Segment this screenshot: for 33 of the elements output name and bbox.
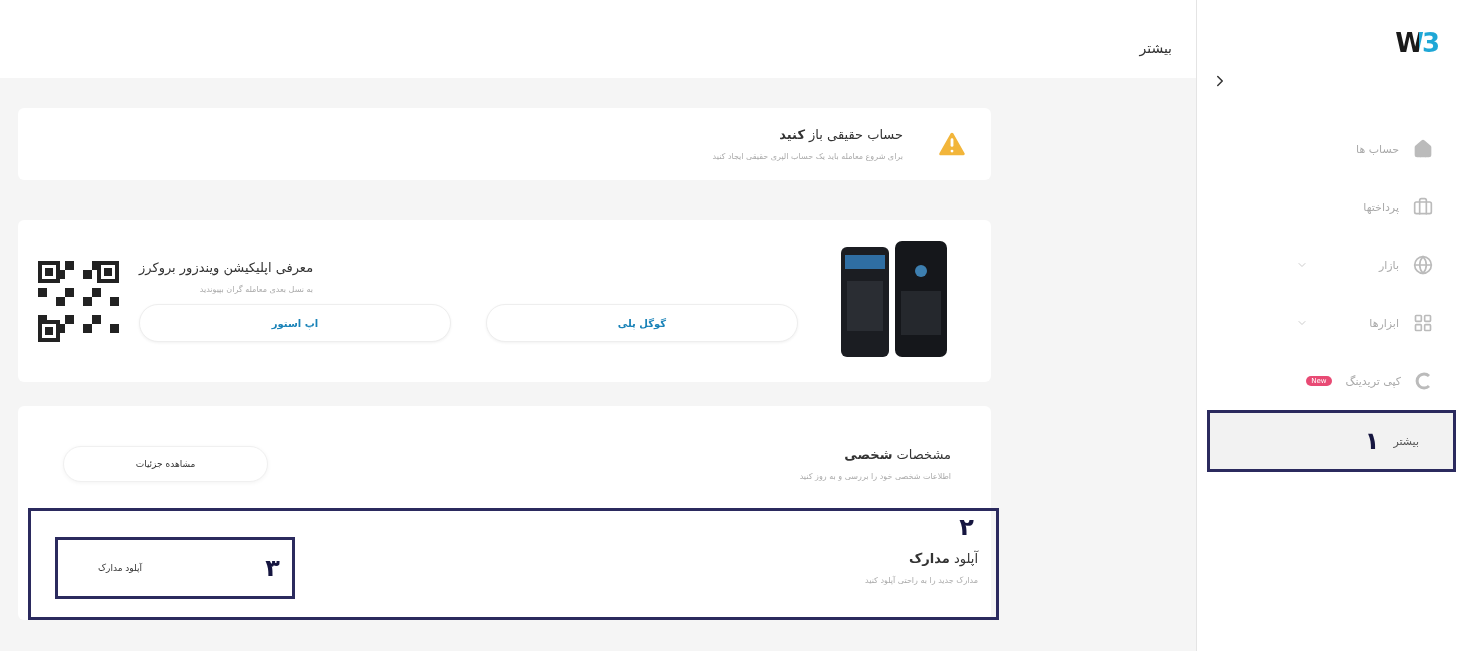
alert-title: حساب حقیقی باز کنید bbox=[778, 127, 903, 142]
item-label: بیشتر bbox=[1393, 434, 1419, 448]
annotation-number: ۳ bbox=[265, 554, 280, 582]
home-icon bbox=[1413, 139, 1433, 159]
item-label: پرداختها bbox=[1363, 200, 1399, 214]
briefcase-icon bbox=[1413, 197, 1433, 217]
item-label: ابزارها bbox=[1369, 316, 1399, 330]
store-button[interactable]: اپ استور bbox=[139, 304, 451, 342]
store-button[interactable]: گوگل پلی bbox=[486, 304, 798, 342]
sidebar-item[interactable]: بیشتر ۱ bbox=[1207, 410, 1456, 472]
section-button[interactable]: مشاهده جزئیات bbox=[63, 446, 268, 482]
sidebar-item[interactable]: بازار bbox=[1207, 236, 1456, 294]
item-label: بازار bbox=[1378, 258, 1399, 272]
section-text: اطلاعات شخصی خود را بررسی و به روز کنید bbox=[799, 472, 951, 481]
section-button[interactable]: ۳ آپلود مدارک bbox=[55, 537, 295, 599]
qr-code-icon bbox=[38, 260, 119, 342]
sidebar-item[interactable]: پرداختها bbox=[1207, 178, 1456, 236]
annotation-number: ۱ bbox=[1364, 427, 1380, 455]
grid-icon bbox=[1413, 313, 1433, 333]
annotation-number: ۲ bbox=[959, 513, 974, 541]
sidebar-item[interactable]: حساب ها bbox=[1207, 120, 1456, 178]
sidebar-item[interactable]: ابزارها bbox=[1207, 294, 1456, 352]
promo-text: به نسل بعدی معامله گران بپیوندید bbox=[198, 285, 314, 294]
globe-icon bbox=[1413, 255, 1433, 275]
item-label: کپی تریدینگ bbox=[1345, 374, 1401, 388]
item-label: حساب ها bbox=[1356, 142, 1399, 156]
alert-text: برای شروع معامله باید یک حساب الپری حقیقی ایجاد کنید bbox=[712, 152, 903, 161]
section-title: مشخصات شخصی bbox=[843, 447, 951, 462]
section-text: مدارک جدید را به راحتی آپلود کنید bbox=[865, 576, 978, 585]
promo-title: معرفی اپلیکیشن ویندزور بروکرز bbox=[139, 260, 314, 275]
button-label: آپلود مدارک bbox=[98, 563, 142, 573]
section-title: آپلود مدارک bbox=[908, 551, 978, 566]
page-title: بیشتر bbox=[1139, 40, 1172, 56]
